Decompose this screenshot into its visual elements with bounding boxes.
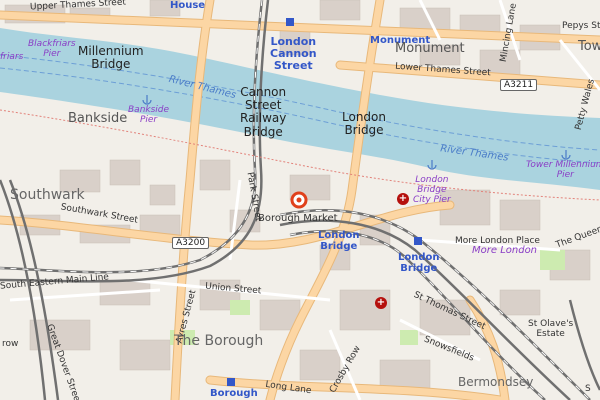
place-monument: Monument — [395, 41, 465, 56]
street-pepys: Pepys Stree — [562, 21, 600, 31]
pier-friars: friars — [0, 52, 24, 62]
station-borough[interactable]: Borough — [210, 388, 258, 399]
place-st-olaves-estate: St Olave's Estate — [528, 319, 574, 339]
place-southwark: Southwark — [10, 187, 85, 203]
pier-blackfriars: Blackfriars Pier — [28, 39, 76, 59]
road-ref-a3200: A3200 — [172, 237, 210, 249]
place-borough-market: Borough Market — [258, 213, 338, 224]
place-bermondsey: Bermondsey — [458, 375, 534, 389]
place-bankside: Bankside — [68, 111, 128, 126]
label-cannon-street-railway-bridge: Cannon Street Railway Bridge — [240, 85, 287, 139]
hospital-icon[interactable]: + — [375, 297, 387, 309]
station-london-bridge-top[interactable]: London Bridge — [318, 230, 360, 252]
street-dock: S — [585, 384, 591, 394]
place-tower: Tow — [578, 39, 600, 54]
road-ref-a3211: A3211 — [500, 79, 538, 91]
pier-tower-millennium: Tower Millennium Pier — [526, 160, 600, 180]
hospital-icon[interactable]: + — [397, 193, 409, 205]
map-canvas[interactable]: + + A3200 A3211 Upper Thames Street Lowe… — [0, 0, 600, 400]
station-london-bridge-main[interactable]: London Bridge — [398, 252, 440, 274]
label-millennium-bridge: Millennium Bridge — [78, 44, 144, 72]
place-the-borough: The Borough — [174, 333, 264, 349]
pier-london-bridge-city: London Bridge City Pier — [413, 175, 451, 205]
station-cannon-street[interactable]: London Cannon Street — [270, 35, 317, 72]
label-london-bridge: London Bridge — [342, 110, 386, 138]
station-house[interactable]: House — [170, 0, 205, 11]
pier-bankside: Bankside Pier — [128, 105, 170, 125]
place-more-london: More London — [472, 245, 538, 256]
street-redcross-row: row — [2, 339, 19, 349]
